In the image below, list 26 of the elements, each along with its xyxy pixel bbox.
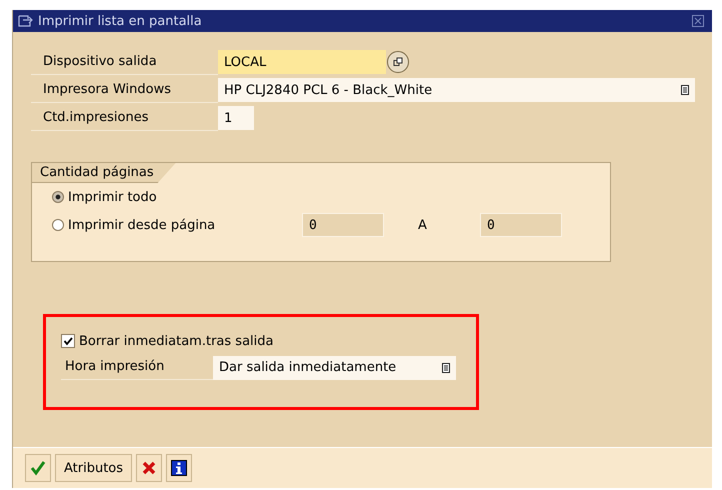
- list-icon: [442, 362, 450, 372]
- from-page-field[interactable]: 0: [302, 213, 384, 237]
- radio-button[interactable]: Imprimir todo: [52, 190, 302, 204]
- cross-icon: [141, 460, 158, 476]
- window-icon: [18, 14, 34, 28]
- info-button[interactable]: [166, 454, 192, 482]
- checkmark-icon: [63, 336, 73, 346]
- info-icon: [171, 460, 188, 476]
- attributes-button[interactable]: Atributos: [55, 454, 132, 482]
- checkmark-icon: [30, 460, 46, 476]
- window-title: Imprimir lista en pantalla: [38, 14, 203, 28]
- input-field[interactable]: LOCAL: [218, 50, 386, 74]
- to-label: A: [417, 218, 428, 232]
- confirm-button[interactable]: [25, 454, 51, 482]
- dropdown-field[interactable]: HP CLJ2840 PCL 6 - Black_White: [218, 78, 695, 102]
- input-field[interactable]: 1: [218, 106, 254, 130]
- windows-icon: [393, 57, 403, 67]
- cancel-button[interactable]: [136, 454, 162, 482]
- dropdown-field[interactable]: Dar salida inmediatamente: [213, 356, 456, 380]
- close-icon[interactable]: [692, 15, 704, 27]
- radio-button[interactable]: Imprimir desde página: [52, 218, 302, 232]
- value-help-button[interactable]: [387, 51, 409, 73]
- group-title: Cantidad páginas: [32, 163, 176, 183]
- to-page-field[interactable]: 0: [480, 213, 562, 237]
- list-icon: [681, 85, 689, 95]
- checkbox[interactable]: Borrar inmediatam.tras salida: [61, 331, 476, 351]
